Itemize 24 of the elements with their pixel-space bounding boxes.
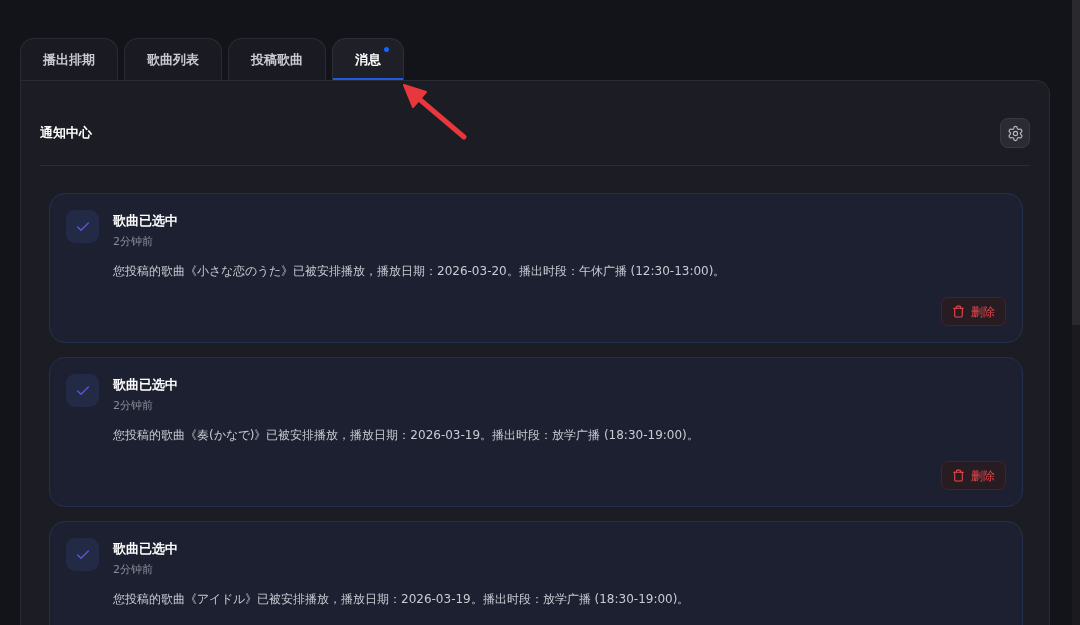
tab[interactable]: 消息 bbox=[332, 38, 404, 80]
arrow-icon bbox=[402, 83, 468, 141]
delete-button[interactable]: 删除 bbox=[941, 297, 1006, 326]
notification-title: 歌曲已选中 bbox=[113, 212, 178, 230]
panel-title: 通知中心 bbox=[40, 124, 92, 143]
settings-button[interactable] bbox=[1000, 118, 1030, 148]
check-icon bbox=[66, 374, 99, 407]
tab[interactable]: 播出排期 bbox=[20, 38, 118, 80]
notification-message: 您投稿的歌曲《奏(かなで)》已被安排播放，播放日期：2026-03-19。播出时段：放学广播 (18:30-19:00)。 bbox=[113, 427, 699, 444]
tab[interactable]: 歌曲列表 bbox=[124, 38, 222, 80]
trash-icon bbox=[952, 469, 965, 482]
notification-title: 歌曲已选中 bbox=[113, 376, 178, 394]
notification-time: 2分钟前 bbox=[113, 234, 153, 249]
notification-message: 您投稿的歌曲《アイドル》已被安排播放，播放日期：2026-03-19。播出时段：放学广播 (18:30-19:00)。 bbox=[113, 591, 690, 608]
trash-icon bbox=[952, 305, 965, 318]
tab[interactable]: 投稿歌曲 bbox=[228, 38, 326, 80]
notification-title: 歌曲已选中 bbox=[113, 540, 178, 558]
notification-time: 2分钟前 bbox=[113, 398, 153, 413]
settings-icon bbox=[1006, 124, 1024, 142]
notification-message: 您投稿的歌曲《小さな恋のうた》已被安排播放，播放日期：2026-03-20。播出时段：午休广播 (12:30-13:00)。 bbox=[113, 263, 726, 280]
notification-time: 2分钟前 bbox=[113, 562, 153, 577]
check-icon bbox=[66, 538, 99, 571]
delete-button[interactable]: 删除 bbox=[941, 461, 1006, 490]
check-icon bbox=[66, 210, 99, 243]
